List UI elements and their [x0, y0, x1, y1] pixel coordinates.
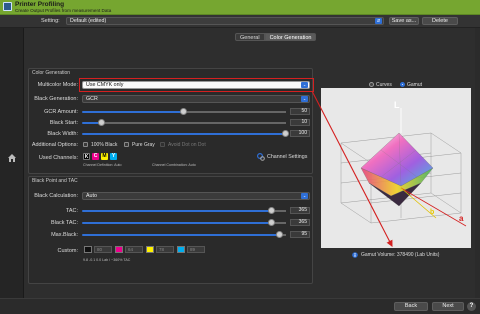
ink-y[interactable]: Y [110, 153, 117, 160]
window-title: Printer Profiling [15, 1, 65, 8]
left-sidebar [0, 28, 24, 298]
footer-bar: Back Next ? [0, 298, 480, 314]
tab-general[interactable]: General [235, 33, 265, 41]
black-tac-value[interactable]: 365 [290, 219, 310, 226]
setting-select[interactable]: Default (edited) ⇵ [66, 17, 384, 25]
delete-button[interactable]: Delete [422, 17, 458, 25]
max-black-slider[interactable] [82, 231, 286, 238]
pure-gray-checkbox[interactable] [124, 142, 129, 147]
additional-options-label: Additional Options: [31, 142, 78, 148]
max-black-knob[interactable] [276, 231, 283, 238]
tac-knob[interactable] [268, 207, 275, 214]
black-width-value[interactable]: 100 [290, 130, 310, 137]
window-subtitle: Create Output Profiles from measurement … [15, 8, 112, 13]
used-channels-label: Used Channels: [38, 155, 78, 161]
gcr-amount-slider[interactable] [82, 108, 286, 115]
max-black-value[interactable]: 95 [290, 231, 310, 238]
gamut-3d-view[interactable] [321, 88, 471, 248]
black-generation-select[interactable]: GCR ⌄ [82, 95, 310, 103]
axis-a-label: a [459, 214, 464, 223]
black-generation-value: GCR [86, 96, 98, 102]
black-width-label: Black Width: [47, 131, 78, 137]
black-tac-slider[interactable] [82, 219, 286, 226]
gamut-preview[interactable]: L b a [321, 88, 471, 248]
max-black-label: Max.Black: [51, 232, 78, 238]
black-width-knob[interactable] [282, 130, 289, 137]
main-panel: General Color Generation Color Generatio… [24, 28, 475, 298]
setting-label: Setting: [41, 18, 60, 24]
tac-value[interactable]: 365 [290, 207, 310, 214]
channel-definition: Channel Definition: Auto [83, 163, 122, 167]
custom-value-y[interactable]: 78 [156, 246, 174, 253]
black-tac-knob[interactable] [268, 219, 275, 226]
multicolor-mode-label: Multicolor Mode: [37, 82, 78, 88]
custom-swatch-c [177, 246, 185, 253]
ink-c[interactable]: C [92, 153, 99, 160]
custom-swatch-y [146, 246, 154, 253]
channel-settings-button[interactable]: Channel Settings [267, 154, 307, 160]
app-icon [3, 2, 12, 11]
black-calculation-value: Auto [86, 193, 97, 199]
axis-b-label: b [430, 209, 435, 216]
custom-lab-note: 9.8 -0.1 0.0 Lab / ~360% TAC [83, 258, 131, 262]
custom-value-m[interactable]: 64 [125, 246, 143, 253]
tab-bar: General Color Generation [235, 33, 317, 41]
multicolor-mode-highlight [79, 78, 314, 92]
avoid-dot-checkbox [160, 142, 165, 147]
settings-icon[interactable] [257, 153, 265, 161]
black-start-slider[interactable] [82, 119, 286, 126]
ink-k[interactable]: K [83, 153, 90, 160]
channel-combination: Channel Combination: Auto [152, 163, 196, 167]
title-bar: Printer Profiling Create Output Profiles… [0, 0, 480, 15]
tab-color-generation[interactable]: Color Generation [264, 33, 317, 41]
gamut-volume-text: Gamut Volume: 378490 (Lab Units) [361, 252, 440, 258]
color-generation-title: Color Generation [32, 70, 71, 76]
custom-value-k[interactable]: 80 [94, 246, 112, 253]
save-as-button[interactable]: Save as... [389, 17, 419, 25]
gcr-amount-knob[interactable] [180, 108, 187, 115]
chevron-down-icon: ⌄ [301, 193, 308, 199]
black-point-title: Black Point and TAC [32, 178, 78, 184]
black-start-value[interactable]: 10 [290, 119, 310, 126]
axis-l-label: L [394, 100, 400, 110]
ink-m[interactable]: M [101, 153, 108, 160]
black-start-knob[interactable] [98, 119, 105, 126]
gcr-amount-value[interactable]: 50 [290, 108, 310, 115]
gcr-amount-label: GCR Amount: [44, 109, 78, 115]
help-button[interactable]: ? [467, 302, 476, 311]
chevron-down-icon: ⇵ [375, 18, 382, 24]
curves-radio[interactable] [369, 82, 374, 87]
tac-slider[interactable] [82, 207, 286, 214]
black-tac-label: Black TAC: [51, 220, 78, 226]
avoid-dot-label: Avoid Dot on Dot [168, 142, 206, 148]
black-calculation-select[interactable]: Auto ⌄ [82, 192, 310, 200]
next-button[interactable]: Next [432, 302, 464, 311]
black-calculation-label: Black Calculation: [34, 193, 78, 199]
setting-value: Default (edited) [70, 18, 107, 24]
chevron-down-icon: ⌄ [301, 96, 308, 102]
custom-label: Custom: [57, 248, 78, 254]
custom-swatch-m [115, 246, 123, 253]
black-100-checkbox[interactable] [83, 142, 88, 147]
custom-swatch-k [84, 246, 92, 253]
custom-value-c[interactable]: 89 [187, 246, 205, 253]
pure-gray-label: Pure Gray [132, 142, 155, 148]
setting-row: Setting: Default (edited) ⇵ Save as... D… [0, 15, 480, 28]
back-button[interactable]: Back [394, 302, 428, 311]
black-generation-label: Black Generation: [34, 96, 78, 102]
home-icon[interactable] [7, 153, 17, 163]
info-icon [352, 252, 358, 258]
black-100-label: 100% Black [91, 142, 118, 148]
black-width-slider[interactable] [82, 130, 289, 137]
gamut-radio[interactable] [400, 82, 405, 87]
tac-label: TAC: [65, 208, 78, 214]
black-start-label: Black Start: [49, 120, 78, 126]
